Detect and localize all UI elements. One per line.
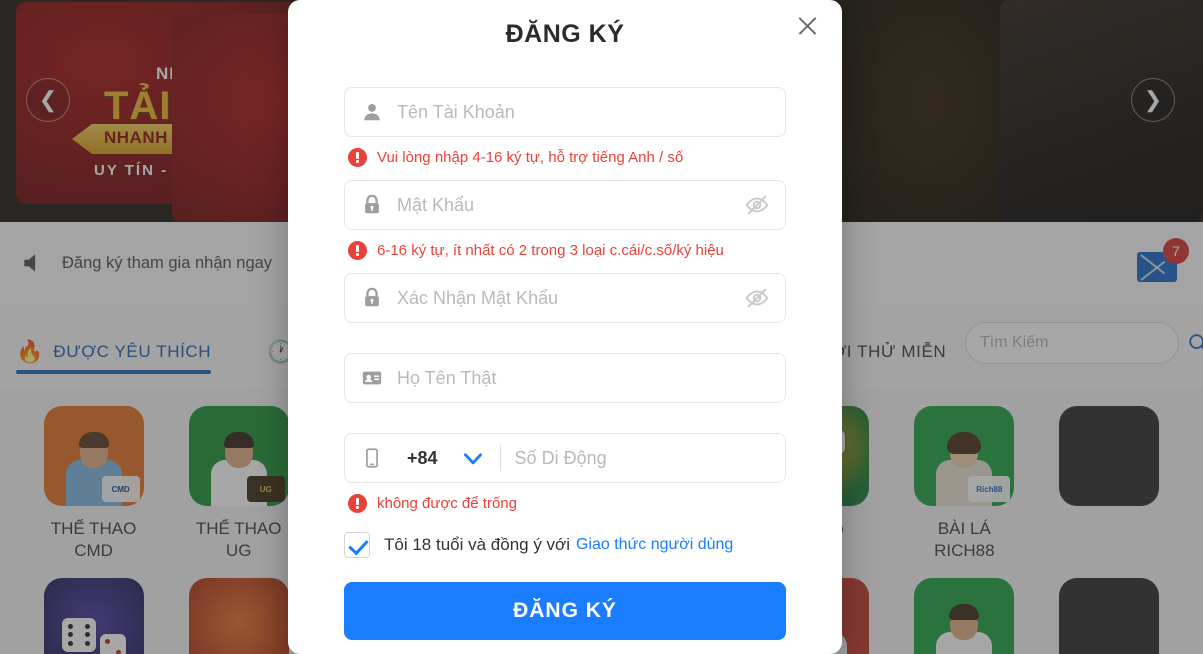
error-text: không được để trống — [377, 494, 517, 512]
id-card-icon — [362, 371, 382, 385]
age-agreement-checkbox[interactable] — [344, 532, 370, 558]
username-field[interactable] — [344, 87, 786, 137]
password-input[interactable] — [397, 194, 745, 216]
eye-off-icon[interactable] — [745, 193, 769, 217]
register-modal: ĐĂNG KÝ Vui lòng nhập 4-16 ký tự, hỗ trợ… — [288, 0, 842, 654]
error-text: 6-16 ký tự, ít nhất có 2 trong 3 loại c.… — [377, 241, 724, 259]
username-input[interactable] — [397, 101, 769, 123]
lock-icon — [365, 287, 379, 307]
user-icon — [364, 104, 380, 121]
password-error: 6-16 ký tự, ít nhất có 2 trong 3 loại c.… — [348, 239, 786, 261]
eye-off-icon[interactable] — [745, 286, 769, 310]
chevron-down-icon[interactable] — [460, 445, 486, 471]
country-code: +84 — [407, 447, 438, 468]
realname-field[interactable] — [344, 353, 786, 403]
password-field[interactable] — [344, 180, 786, 230]
register-submit-button[interactable]: ĐĂNG KÝ — [344, 582, 786, 640]
divider — [499, 445, 501, 471]
page-root: NH TẢI A NHANH MU UY TÍN - C H 6K ĐẶN - … — [0, 0, 1203, 654]
mobile-icon — [365, 448, 379, 468]
phone-input[interactable] — [514, 447, 769, 469]
phone-error: không được để trống — [348, 492, 786, 514]
error-icon — [348, 240, 367, 260]
phone-field[interactable]: +84 — [344, 433, 786, 483]
agreement-text: Tôi 18 tuổi và đồng ý với — [384, 535, 570, 554]
confirm-password-field[interactable] — [344, 273, 786, 323]
close-icon[interactable] — [794, 13, 820, 39]
confirm-password-input[interactable] — [397, 287, 745, 309]
error-icon — [348, 493, 367, 513]
agreement-row: Tôi 18 tuổi và đồng ý với Giao thức ngườ… — [344, 532, 786, 558]
register-form: Vui lòng nhập 4-16 ký tự, hỗ trợ tiếng A… — [288, 87, 842, 654]
user-agreement-link[interactable]: Giao thức người dùng — [576, 536, 733, 554]
modal-title: ĐĂNG KÝ — [505, 20, 625, 48]
realname-input[interactable] — [397, 367, 769, 389]
error-icon — [348, 147, 367, 167]
error-text: Vui lòng nhập 4-16 ký tự, hỗ trợ tiếng A… — [377, 148, 684, 166]
username-error: Vui lòng nhập 4-16 ký tự, hỗ trợ tiếng A… — [348, 146, 786, 168]
lock-icon — [365, 194, 379, 214]
